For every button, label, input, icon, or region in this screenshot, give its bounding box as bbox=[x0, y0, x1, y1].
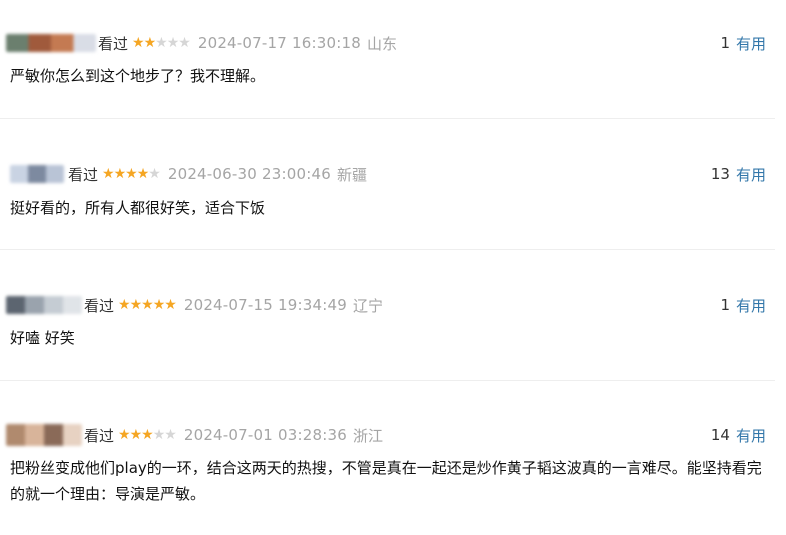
star-filled-icon: ★ bbox=[141, 427, 154, 443]
comment-region: 辽宁 bbox=[352, 296, 383, 315]
votes-count: 14 bbox=[710, 426, 730, 444]
rating-stars: ★★★★★ bbox=[102, 166, 161, 182]
votes-count: 1 bbox=[720, 296, 730, 314]
comment-time: 2024-07-01 03:28:36 bbox=[183, 426, 347, 444]
votes: 14 有用 bbox=[711, 425, 766, 446]
rating-stars: ★★★★★ bbox=[118, 427, 177, 443]
star-filled-icon: ★ bbox=[141, 297, 154, 313]
votes: 1 有用 bbox=[720, 33, 766, 54]
comment-content: 严敏你怎么到这个地步了？我不理解。 bbox=[10, 67, 266, 85]
comment-content: 把粉丝变成他们play的一环，结合这两天的热搜，不管是真在一起还是炒作黄子韬这波… bbox=[10, 459, 762, 503]
star-empty-icon: ★ bbox=[148, 166, 161, 182]
rating-stars: ★★★★★ bbox=[118, 297, 177, 313]
comment-meta: 看过 ★★★★★ 2024-06-30 23:00:46 新疆 13 有用 bbox=[6, 163, 776, 185]
comment-meta: 看过 ★★★★★ 2024-07-01 03:28:36 浙江 14 有用 bbox=[6, 424, 776, 446]
comment-region: 浙江 bbox=[352, 426, 383, 445]
comment-content: 好嗑 好笑 bbox=[10, 329, 75, 347]
star-filled-icon: ★ bbox=[164, 297, 177, 313]
comment-region: 山东 bbox=[366, 34, 397, 53]
star-empty-icon: ★ bbox=[178, 35, 191, 51]
divider bbox=[0, 249, 775, 250]
star-filled-icon: ★ bbox=[129, 427, 143, 443]
useful-button[interactable]: 有用 bbox=[736, 425, 766, 446]
star-filled-icon: ★ bbox=[113, 166, 127, 182]
comment-meta: 看过 ★★★★★ 2024-07-17 16:30:18 山东 1 有用 bbox=[6, 32, 776, 54]
avatar[interactable] bbox=[6, 424, 82, 446]
star-empty-icon: ★ bbox=[164, 427, 177, 443]
comment-time: 2024-07-17 16:30:18 bbox=[197, 34, 361, 52]
useful-button[interactable]: 有用 bbox=[736, 295, 766, 316]
avatar[interactable] bbox=[10, 165, 64, 183]
watch-status: 看过 bbox=[68, 165, 99, 184]
avatar[interactable] bbox=[6, 296, 82, 314]
watch-status: 看过 bbox=[84, 296, 115, 315]
star-empty-icon: ★ bbox=[155, 35, 168, 51]
divider bbox=[0, 380, 775, 381]
star-filled-icon: ★ bbox=[118, 427, 131, 443]
star-filled-icon: ★ bbox=[102, 166, 115, 182]
votes-count: 1 bbox=[720, 34, 730, 52]
star-filled-icon: ★ bbox=[143, 35, 157, 51]
votes: 13 有用 bbox=[711, 164, 766, 185]
star-filled-icon: ★ bbox=[152, 297, 166, 313]
rating-stars: ★★★★★ bbox=[132, 35, 191, 51]
avatar[interactable] bbox=[6, 34, 96, 52]
watch-status: 看过 bbox=[98, 34, 129, 53]
comment-meta: 看过 ★★★★★ 2024-07-15 19:34:49 辽宁 1 有用 bbox=[6, 294, 776, 316]
useful-button[interactable]: 有用 bbox=[736, 164, 766, 185]
votes: 1 有用 bbox=[720, 295, 766, 316]
votes-count: 13 bbox=[710, 165, 730, 183]
star-empty-icon: ★ bbox=[166, 35, 180, 51]
star-filled-icon: ★ bbox=[132, 35, 145, 51]
star-empty-icon: ★ bbox=[152, 427, 166, 443]
star-filled-icon: ★ bbox=[118, 297, 131, 313]
comment-time: 2024-07-15 19:34:49 bbox=[183, 296, 347, 314]
star-filled-icon: ★ bbox=[136, 166, 150, 182]
star-filled-icon: ★ bbox=[129, 297, 143, 313]
comment-content: 挺好看的，所有人都很好笑，适合下饭 bbox=[10, 199, 266, 217]
comment-region: 新疆 bbox=[336, 165, 367, 184]
divider bbox=[0, 118, 775, 119]
watch-status: 看过 bbox=[84, 426, 115, 445]
useful-button[interactable]: 有用 bbox=[736, 33, 766, 54]
comment-time: 2024-06-30 23:00:46 bbox=[167, 165, 331, 183]
star-filled-icon: ★ bbox=[125, 166, 138, 182]
